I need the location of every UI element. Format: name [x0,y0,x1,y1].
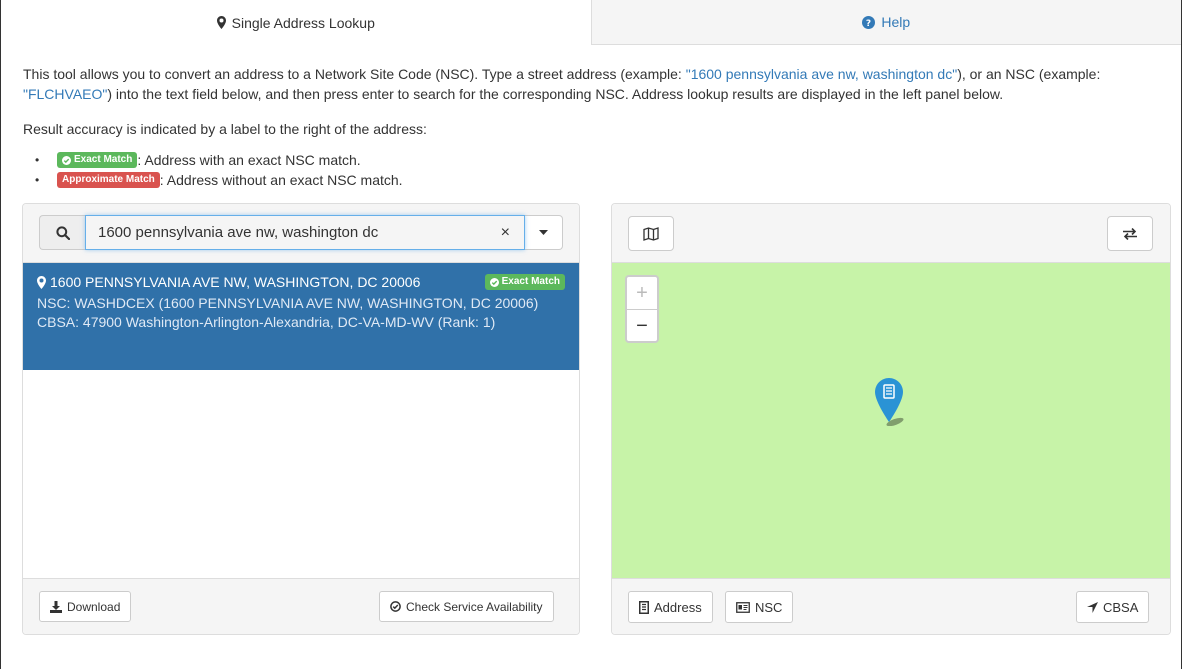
question-circle-icon: ? [862,15,876,29]
map-layers-button[interactable] [628,216,674,251]
swap-panels-button[interactable] [1107,216,1153,251]
intro-part: This tool allows you to convert an addre… [23,66,686,82]
badge-label: Approximate Match [62,174,155,185]
button-label: Download [67,599,121,614]
id-card-icon [736,601,750,613]
zoom-control: + − [625,275,659,343]
check-circle-icon [489,277,499,287]
result-nsc: NSC: WASHDCEX (1600 PENNSYLVANIA AVE NW,… [37,295,539,311]
result-item[interactable]: 1600 PENNSYLVANIA AVE NW, WASHINGTON, DC… [23,263,579,370]
map-icon [643,226,659,241]
nsc-layer-button[interactable]: NSC [725,591,794,623]
result-title-row: 1600 PENNSYLVANIA AVE NW, WASHINGTON, DC… [37,274,565,290]
badge-label: Exact Match [501,276,560,287]
button-label: NSC [755,599,783,615]
legend-item-approximate: • Approximate Match : Address without an… [35,170,403,190]
legend-text: : Address without an exact NSC match. [159,172,403,188]
tab-bar: Single Address Lookup ? Help [1,0,1181,45]
search-header: 1600 pennsylvania ave nw, washington dc … [23,204,579,263]
bullet: • [35,153,40,167]
intro-text: This tool allows you to convert an addre… [23,64,1163,104]
search-button[interactable] [39,215,85,250]
address-layer-button[interactable]: Address [628,591,713,623]
button-label: Address [654,599,702,615]
cbsa-layer-button[interactable]: CBSA [1076,591,1150,623]
zoom-in-button[interactable]: + [627,277,657,310]
search-dropdown-toggle[interactable] [525,215,563,250]
search-group: 1600 pennsylvania ave nw, washington dc … [39,215,563,250]
button-label: Check Service Availability [406,599,543,614]
exact-match-badge: Exact Match [57,152,138,168]
badge-label: Exact Match [74,154,133,165]
location-marker[interactable] [875,378,909,429]
exchange-icon [1123,227,1137,240]
search-icon [55,225,70,240]
tab-help[interactable]: ? Help [591,0,1181,45]
download-button[interactable]: Download [39,591,132,622]
example-address-link[interactable]: "1600 pennsylvania ave nw, washington dc… [686,66,957,82]
intro-part: ), or an NSC (example: [957,66,1101,82]
search-input-value: 1600 pennsylvania ave nw, washington dc [98,224,379,241]
caret-down-icon [539,230,548,235]
results-panel: 1600 pennsylvania ave nw, washington dc … [22,203,580,635]
result-cbsa: CBSA: 47900 Washington-Arlington-Alexand… [37,314,496,330]
intro-part: ) into the text field below, and then pr… [107,86,1004,102]
search-input[interactable]: 1600 pennsylvania ave nw, washington dc … [85,215,525,250]
location-arrow-icon [1087,601,1098,613]
approximate-match-badge: Approximate Match [57,172,160,188]
accuracy-legend: • Exact Match : Address with an exact NS… [35,150,403,190]
check-circle-icon [390,601,401,612]
map-header [612,204,1170,263]
exact-match-badge: Exact Match [484,274,565,290]
zoom-out-button[interactable]: − [627,310,657,342]
tab-single-address-lookup[interactable]: Single Address Lookup [1,0,592,45]
button-label: CBSA [1103,599,1139,615]
example-nsc-link[interactable]: "FLCHVAEO" [23,86,107,102]
download-icon [50,600,62,613]
tab-label: Help [881,14,911,30]
map-footer: Address NSC CBSA [612,578,1170,634]
legend-text: : Address with an exact NSC match. [137,152,361,168]
bullet: • [35,173,40,187]
map-marker-icon [37,275,46,289]
map-panel: + − Address NSC CBSA [611,203,1171,635]
result-title: 1600 PENNSYLVANIA AVE NW, WASHINGTON, DC… [37,274,420,290]
svg-text:?: ? [866,19,871,29]
accuracy-text: Result accuracy is indicated by a label … [23,121,427,137]
tab-label: Single Address Lookup [231,14,375,31]
clear-icon[interactable]: × [501,224,510,242]
check-circle-icon [62,155,71,165]
legend-item-exact: • Exact Match : Address with an exact NS… [35,150,403,170]
check-service-availability-button[interactable]: Check Service Availability [379,591,554,622]
result-address: 1600 PENNSYLVANIA AVE NW, WASHINGTON, DC… [50,274,421,290]
building-marker-icon [875,378,904,427]
results-footer: Download Check Service Availability [23,578,579,634]
map-marker-icon [216,16,226,29]
building-icon [639,600,649,614]
map-canvas[interactable]: + − [612,263,1170,581]
